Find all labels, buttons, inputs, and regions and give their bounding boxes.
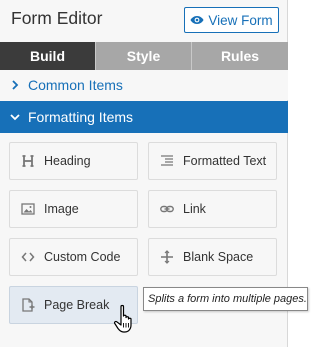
item-heading[interactable]: Heading <box>9 142 138 180</box>
item-label: Formatted Text <box>183 154 267 168</box>
chevron-right-icon <box>0 80 24 90</box>
tab-style[interactable]: Style <box>96 42 192 70</box>
item-formatted-text[interactable]: Formatted Text <box>148 142 277 180</box>
link-icon <box>158 202 176 216</box>
item-blank-space[interactable]: Blank Space <box>148 238 277 276</box>
item-link[interactable]: Link <box>148 190 277 228</box>
heading-icon <box>19 154 37 168</box>
blank-space-icon <box>158 250 176 264</box>
chevron-down-icon <box>0 112 24 122</box>
code-icon <box>19 250 37 264</box>
hand-cursor-icon <box>113 304 132 333</box>
item-label: Link <box>183 202 206 216</box>
page-break-icon <box>19 298 37 312</box>
panel-title: Form Editor <box>11 8 103 28</box>
tab-rules[interactable]: Rules <box>192 42 288 70</box>
eye-icon <box>190 16 204 24</box>
formatted-text-icon <box>158 154 176 168</box>
item-label: Heading <box>44 154 91 168</box>
item-label: Image <box>44 202 79 216</box>
view-form-label: View Form <box>208 12 273 28</box>
view-form-button[interactable]: View Form <box>184 7 279 33</box>
item-label: Page Break <box>44 298 110 312</box>
tooltip: Splits a form into multiple pages. <box>143 287 308 311</box>
image-icon <box>19 202 37 216</box>
section-formatting-items[interactable]: Formatting Items <box>0 101 288 133</box>
item-label: Custom Code <box>44 250 121 264</box>
editor-tabs: Build Style Rules <box>0 42 288 70</box>
section-formatting-label: Formatting Items <box>28 109 134 125</box>
item-label: Blank Space <box>183 250 254 264</box>
panel-header: Form Editor View Form <box>0 0 288 42</box>
section-common-items[interactable]: Common Items <box>0 70 288 100</box>
tab-build[interactable]: Build <box>0 42 96 70</box>
section-common-label: Common Items <box>28 77 123 93</box>
item-image[interactable]: Image <box>9 190 138 228</box>
item-custom-code[interactable]: Custom Code <box>9 238 138 276</box>
